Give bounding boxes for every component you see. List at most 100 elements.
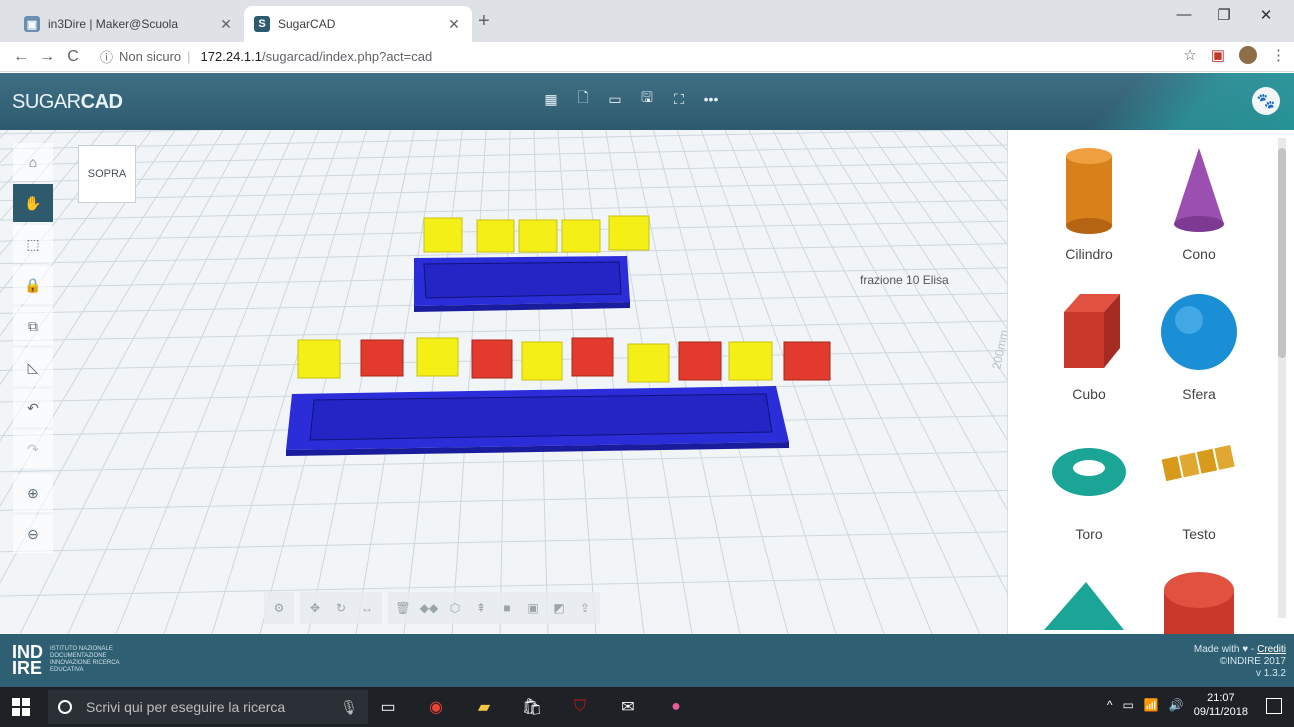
task-view-icon[interactable]: ▭ [374, 693, 402, 721]
red-block[interactable] [471, 339, 513, 379]
calculator-icon[interactable]: ▦ [542, 89, 560, 109]
clock[interactable]: 21:07 09/11/2018 [1194, 691, 1248, 719]
yellow-block[interactable] [297, 339, 341, 379]
sugarcad-favicon-icon: S [254, 16, 270, 32]
sugarcad-logo: SUGARCAD [12, 91, 123, 113]
bookmark-star-icon[interactable]: ☆ [1183, 46, 1196, 64]
minimize-icon[interactable]: — [1166, 6, 1202, 23]
delete-icon[interactable]: 🗑 [392, 598, 414, 618]
yellow-block[interactable] [521, 341, 563, 381]
shape-cubo[interactable]: Cubo [1034, 282, 1144, 402]
paint-3d-icon[interactable]: ● [662, 693, 690, 721]
url-field[interactable]: ⓘ Non sicuro | 172.24.1.1 /sugarcad/inde… [100, 47, 432, 66]
indire-logo: IND IRE [12, 642, 43, 678]
export-icon[interactable]: ⇪ [574, 598, 596, 618]
yellow-block[interactable] [728, 341, 773, 381]
fullscreen-icon[interactable]: ⛶ [670, 89, 688, 109]
battery-icon[interactable]: ▭ [1123, 698, 1134, 712]
folder-icon[interactable]: ▭ [606, 89, 624, 109]
yellow-block[interactable] [476, 219, 515, 253]
windows-start-icon[interactable] [12, 698, 30, 716]
shape-prism[interactable] [1034, 570, 1144, 634]
ruler-icon[interactable]: ◺ [13, 348, 53, 386]
clock-date: 09/11/2018 [1193, 706, 1248, 718]
duplicate-icon[interactable]: ⧉ [13, 307, 53, 345]
red-block[interactable] [360, 339, 404, 377]
half-cylinder-icon [1164, 572, 1234, 634]
close-tab-icon[interactable]: ✕ [218, 16, 234, 33]
browser-menu-icon[interactable]: ⋮ [1271, 46, 1286, 64]
close-tab-icon[interactable]: ✕ [446, 16, 462, 33]
browser-tab-sugarcad[interactable]: S SugarCAD ✕ [244, 6, 472, 42]
tab-title: SugarCAD [278, 17, 336, 31]
mirror-icon[interactable]: ◩ [548, 598, 570, 618]
red-block[interactable] [571, 337, 614, 377]
pan-hand-icon[interactable]: ✋ [13, 184, 53, 222]
extension-icon[interactable]: ▣ [1211, 46, 1225, 64]
forward-icon[interactable]: → [34, 48, 60, 66]
lock-icon[interactable]: 🔒 [13, 266, 53, 304]
yellow-block[interactable] [423, 217, 463, 253]
yellow-block[interactable] [561, 219, 601, 253]
new-tab-button[interactable]: + [478, 10, 490, 33]
shape-cono[interactable]: Cono [1144, 142, 1254, 262]
browser-tab-in3dire[interactable]: ▣ in3Dire | Maker@Scuola ✕ [14, 6, 244, 42]
store-icon[interactable]: 🛍 [518, 693, 546, 721]
file-explorer-icon[interactable]: ▰ [470, 693, 498, 721]
restore-icon[interactable]: ❐ [1206, 6, 1242, 24]
move-icon[interactable]: ✥ [304, 598, 326, 618]
taskbar-search[interactable]: Scrivi qui per eseguire la ricerca 🎙 [48, 690, 368, 724]
yellow-block[interactable] [518, 219, 558, 253]
bottom-blue-tray[interactable] [286, 386, 789, 456]
align-icon[interactable]: ⇞ [470, 598, 492, 618]
search-placeholder: Scrivi qui per eseguire la ricerca [86, 699, 286, 715]
undo-icon[interactable]: ↶ [13, 389, 53, 427]
home-icon[interactable]: ⌂ [13, 143, 53, 181]
solid-icon[interactable]: ⬡ [444, 598, 466, 618]
ungroup-icon[interactable]: ▣ [522, 598, 544, 618]
save-icon[interactable]: 🖫 [638, 89, 656, 109]
reload-icon[interactable]: C [60, 48, 86, 66]
shapes-scrollbar[interactable] [1278, 138, 1286, 618]
zoom-out-icon[interactable]: ⊖ [13, 515, 53, 553]
top-blue-tray[interactable] [414, 256, 630, 312]
red-block[interactable] [678, 341, 722, 381]
shape-tube[interactable] [1144, 570, 1254, 634]
back-icon[interactable]: ← [8, 48, 34, 66]
shape-cilindro[interactable]: Cilindro [1034, 142, 1144, 262]
zoom-in-icon[interactable]: ⊕ [13, 474, 53, 512]
shape-toro[interactable]: Toro [1034, 422, 1144, 542]
mcafee-icon[interactable]: ⛉ [566, 693, 594, 721]
shape-sfera[interactable]: Sfera [1144, 282, 1254, 402]
notifications-icon[interactable] [1266, 698, 1282, 714]
hole-icon[interactable]: ■ [496, 598, 518, 618]
shape-testo[interactable]: Testo [1144, 422, 1254, 542]
new-file-icon[interactable]: 🗋 [574, 89, 592, 109]
profile-avatar-icon[interactable] [1239, 46, 1257, 64]
more-icon[interactable]: ••• [702, 89, 720, 109]
yellow-block[interactable] [416, 337, 459, 377]
app-header: SUGARCAD ▦ 🗋 ▭ 🖫 ⛶ ••• 🐾 [0, 73, 1294, 130]
mail-icon[interactable]: ✉ [614, 693, 642, 721]
yellow-block[interactable] [627, 343, 670, 383]
torus-icon [1052, 448, 1126, 496]
show-hidden-icons-icon[interactable]: ^ [1107, 698, 1113, 712]
redo-icon[interactable]: ↷ [13, 430, 53, 468]
3d-workspace[interactable]: 200mm frazione 10 Elisa [0, 130, 1007, 634]
settings-icon[interactable]: ⚙ [268, 598, 290, 618]
volume-icon[interactable]: 🔊 [1169, 698, 1184, 712]
credits-link[interactable]: Crediti [1257, 644, 1286, 655]
view-cube[interactable]: SOPRA [78, 145, 136, 203]
microphone-icon[interactable]: 🎙 [340, 699, 358, 716]
network-icon[interactable]: 📶 [1144, 698, 1159, 712]
select-box-icon[interactable]: ⬚ [13, 225, 53, 263]
group-icon[interactable]: ◆◆ [418, 598, 440, 618]
rotate-icon[interactable]: ↻ [330, 598, 352, 618]
paw-icon[interactable]: 🐾 [1252, 87, 1280, 115]
chrome-icon[interactable]: ◉ [422, 693, 450, 721]
close-window-icon[interactable]: ✕ [1248, 6, 1284, 24]
scale-icon[interactable]: ↔ [356, 598, 378, 618]
browser-tab-strip: ▣ in3Dire | Maker@Scuola ✕ S SugarCAD ✕ … [0, 0, 1294, 42]
red-block[interactable] [783, 341, 831, 381]
yellow-block[interactable] [608, 215, 650, 251]
